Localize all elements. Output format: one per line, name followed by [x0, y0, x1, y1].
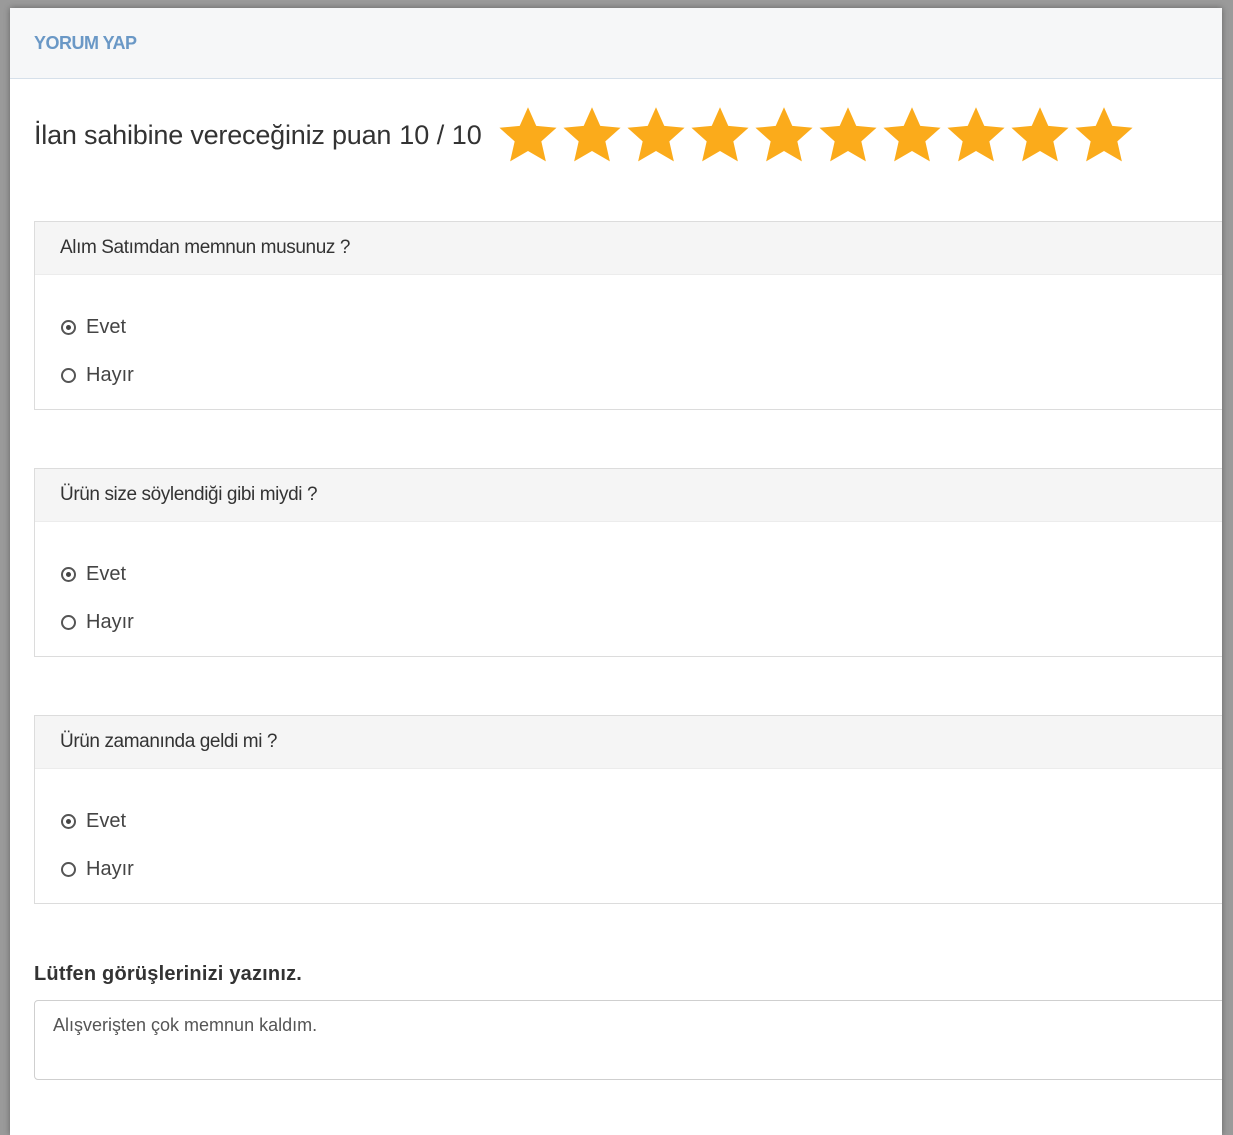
radio-option-hayir[interactable]: Hayır [61, 845, 1222, 893]
question-3: Ürün zamanında geldi mi ? Evet Hayır [34, 715, 1222, 904]
star-icon[interactable] [496, 103, 560, 167]
radio-option-evet[interactable]: Evet [61, 550, 1222, 598]
rating-row: İlan sahibine vereceğiniz puan 10 / 10 [34, 103, 1136, 167]
panel-header: YORUM YAP [10, 8, 1222, 79]
radio-option-evet[interactable]: Evet [61, 303, 1222, 351]
review-panel: YORUM YAP İlan sahibine vereceğiniz puan… [10, 8, 1222, 1135]
option-label: Evet [86, 315, 127, 338]
radio-checked-icon[interactable] [61, 319, 76, 335]
star-icon[interactable] [944, 103, 1008, 167]
star-icon[interactable] [1008, 103, 1072, 167]
option-label: Hayır [86, 363, 134, 386]
question-1: Alım Satımdan memnun musunuz ? Evet Hayı… [34, 221, 1222, 410]
rating-value: 10 / 10 [399, 119, 482, 150]
radio-checked-icon[interactable] [61, 566, 76, 582]
question-title: Ürün zamanında geldi mi ? [35, 716, 1222, 769]
star-icon[interactable] [752, 103, 816, 167]
comment-label: Lütfen görüşlerinizi yazınız. [34, 963, 303, 985]
star-rating[interactable] [496, 103, 1136, 167]
radio-checked-icon[interactable] [61, 813, 76, 829]
radio-unchecked-icon[interactable] [61, 861, 76, 877]
radio-unchecked-icon[interactable] [61, 367, 76, 383]
question-title: Alım Satımdan memnun musunuz ? [35, 222, 1222, 275]
question-2: Ürün size söylendiği gibi miydi ? Evet H… [34, 468, 1222, 657]
radio-option-hayir[interactable]: Hayır [61, 598, 1222, 646]
star-icon[interactable] [816, 103, 880, 167]
option-label: Hayır [86, 610, 134, 633]
star-icon[interactable] [880, 103, 944, 167]
panel-title: YORUM YAP [34, 32, 137, 53]
star-icon[interactable] [688, 103, 752, 167]
question-title: Ürün size söylendiği gibi miydi ? [35, 469, 1222, 522]
option-label: Evet [86, 809, 127, 832]
star-icon[interactable] [1072, 103, 1136, 167]
star-icon[interactable] [560, 103, 624, 167]
radio-option-evet[interactable]: Evet [61, 797, 1222, 845]
star-icon[interactable] [624, 103, 688, 167]
radio-option-hayir[interactable]: Hayır [61, 351, 1222, 399]
option-label: Hayır [86, 857, 134, 880]
option-label: Evet [86, 562, 127, 585]
rating-label: İlan sahibine vereceğiniz puan [34, 119, 392, 150]
radio-unchecked-icon[interactable] [61, 614, 76, 630]
comment-textarea[interactable]: Alışverişten çok memnun kaldım. [34, 1000, 1222, 1080]
